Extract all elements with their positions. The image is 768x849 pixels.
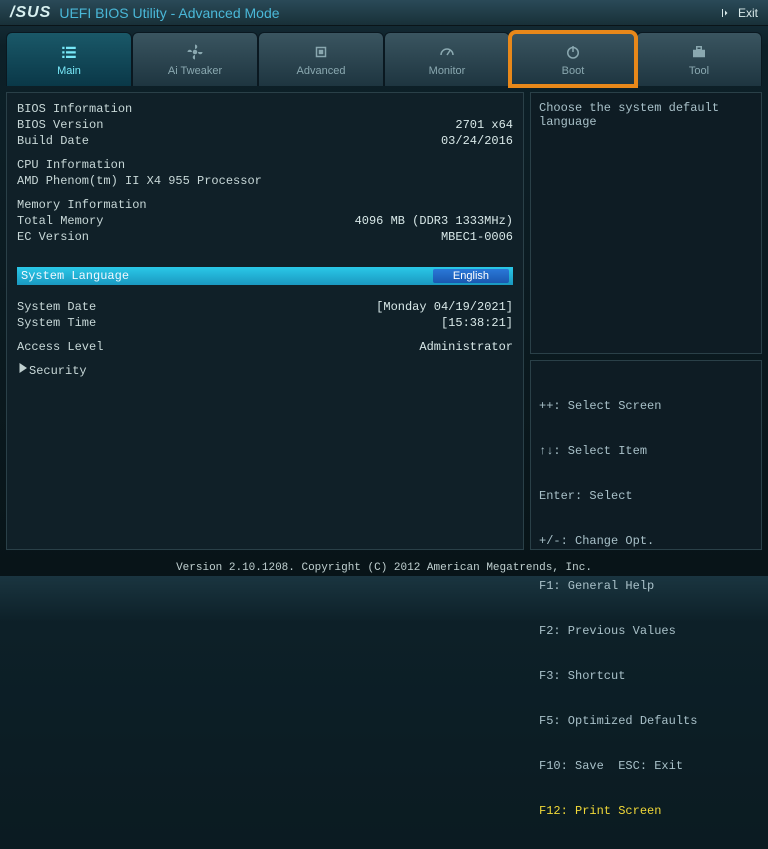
legend-line: ↑↓: Select Item	[539, 444, 753, 459]
tab-label: Main	[57, 65, 81, 77]
tab-label: Boot	[562, 65, 585, 77]
tab-bar: Main Ai Tweaker Advanced Monitor Boot To…	[0, 26, 768, 86]
exit-icon	[720, 7, 732, 19]
tab-main[interactable]: Main	[6, 32, 132, 86]
legend-line: F2: Previous Values	[539, 624, 753, 639]
exit-button[interactable]: Exit	[720, 6, 758, 20]
main-panel: BIOS Information BIOS Version2701 x64 Bu…	[6, 92, 524, 550]
title-bar: /SUS UEFI BIOS Utility - Advanced Mode E…	[0, 0, 768, 26]
legend-line: F5: Optimized Defaults	[539, 714, 753, 729]
system-time-row[interactable]: System Time[15:38:21]	[17, 315, 513, 331]
tab-label: Monitor	[429, 65, 466, 77]
security-label: Security	[29, 363, 87, 379]
ec-version-row: EC VersionMBEC1-0006	[17, 229, 513, 245]
exit-label: Exit	[738, 6, 758, 20]
bios-version-row: BIOS Version2701 x64	[17, 117, 513, 133]
legend-line: F12: Print Screen	[539, 804, 753, 819]
system-date-value: [Monday 04/19/2021]	[247, 299, 513, 315]
system-time-value: [15:38:21]	[247, 315, 513, 331]
legend-line: F1: General Help	[539, 579, 753, 594]
tab-boot[interactable]: Boot	[510, 32, 636, 86]
security-submenu[interactable]: Security	[17, 363, 513, 379]
access-level-row: Access LevelAdministrator	[17, 339, 513, 355]
tab-label: Ai Tweaker	[168, 65, 222, 77]
cpu-info-heading: CPU Information	[17, 157, 513, 173]
system-date-row[interactable]: System Date[Monday 04/19/2021]	[17, 299, 513, 315]
bios-info-heading: BIOS Information	[17, 101, 513, 117]
legend-line: F10: Save ESC: Exit	[539, 759, 753, 774]
legend-line: F3: Shortcut	[539, 669, 753, 684]
system-language-row[interactable]: System Language English	[17, 267, 513, 285]
help-description: Choose the system default language	[530, 92, 762, 354]
content-area: BIOS Information BIOS Version2701 x64 Bu…	[0, 86, 768, 556]
legend-line: ++: Select Screen	[539, 399, 753, 414]
system-language-value[interactable]: English	[433, 269, 509, 283]
tab-ai-tweaker[interactable]: Ai Tweaker	[132, 32, 258, 86]
fan-icon	[184, 43, 206, 61]
toolbox-icon	[688, 43, 710, 61]
tab-monitor[interactable]: Monitor	[384, 32, 510, 86]
power-icon	[562, 43, 584, 61]
tab-tool[interactable]: Tool	[636, 32, 762, 86]
legend-line: +/-: Change Opt.	[539, 534, 753, 549]
side-panel: Choose the system default language ++: S…	[530, 92, 762, 550]
help-text: Choose the system default language	[539, 101, 719, 129]
chevron-right-icon	[17, 363, 27, 373]
key-legend: ++: Select Screen ↑↓: Select Item Enter:…	[530, 360, 762, 550]
app-title: UEFI BIOS Utility - Advanced Mode	[59, 5, 279, 21]
tab-label: Tool	[689, 65, 709, 77]
list-icon	[58, 43, 80, 61]
gauge-icon	[436, 43, 458, 61]
asus-logo: /SUS	[10, 4, 51, 22]
chip-icon	[310, 43, 332, 61]
system-language-label: System Language	[21, 269, 433, 283]
build-date-row: Build Date03/24/2016	[17, 133, 513, 149]
total-memory-row: Total Memory4096 MB (DDR3 1333MHz)	[17, 213, 513, 229]
tab-advanced[interactable]: Advanced	[258, 32, 384, 86]
footer-copyright: Version 2.10.1208. Copyright (C) 2012 Am…	[0, 562, 768, 574]
legend-line: Enter: Select	[539, 489, 753, 504]
cpu-name-row: AMD Phenom(tm) II X4 955 Processor	[17, 173, 513, 189]
tab-label: Advanced	[297, 65, 346, 77]
memory-info-heading: Memory Information	[17, 197, 513, 213]
